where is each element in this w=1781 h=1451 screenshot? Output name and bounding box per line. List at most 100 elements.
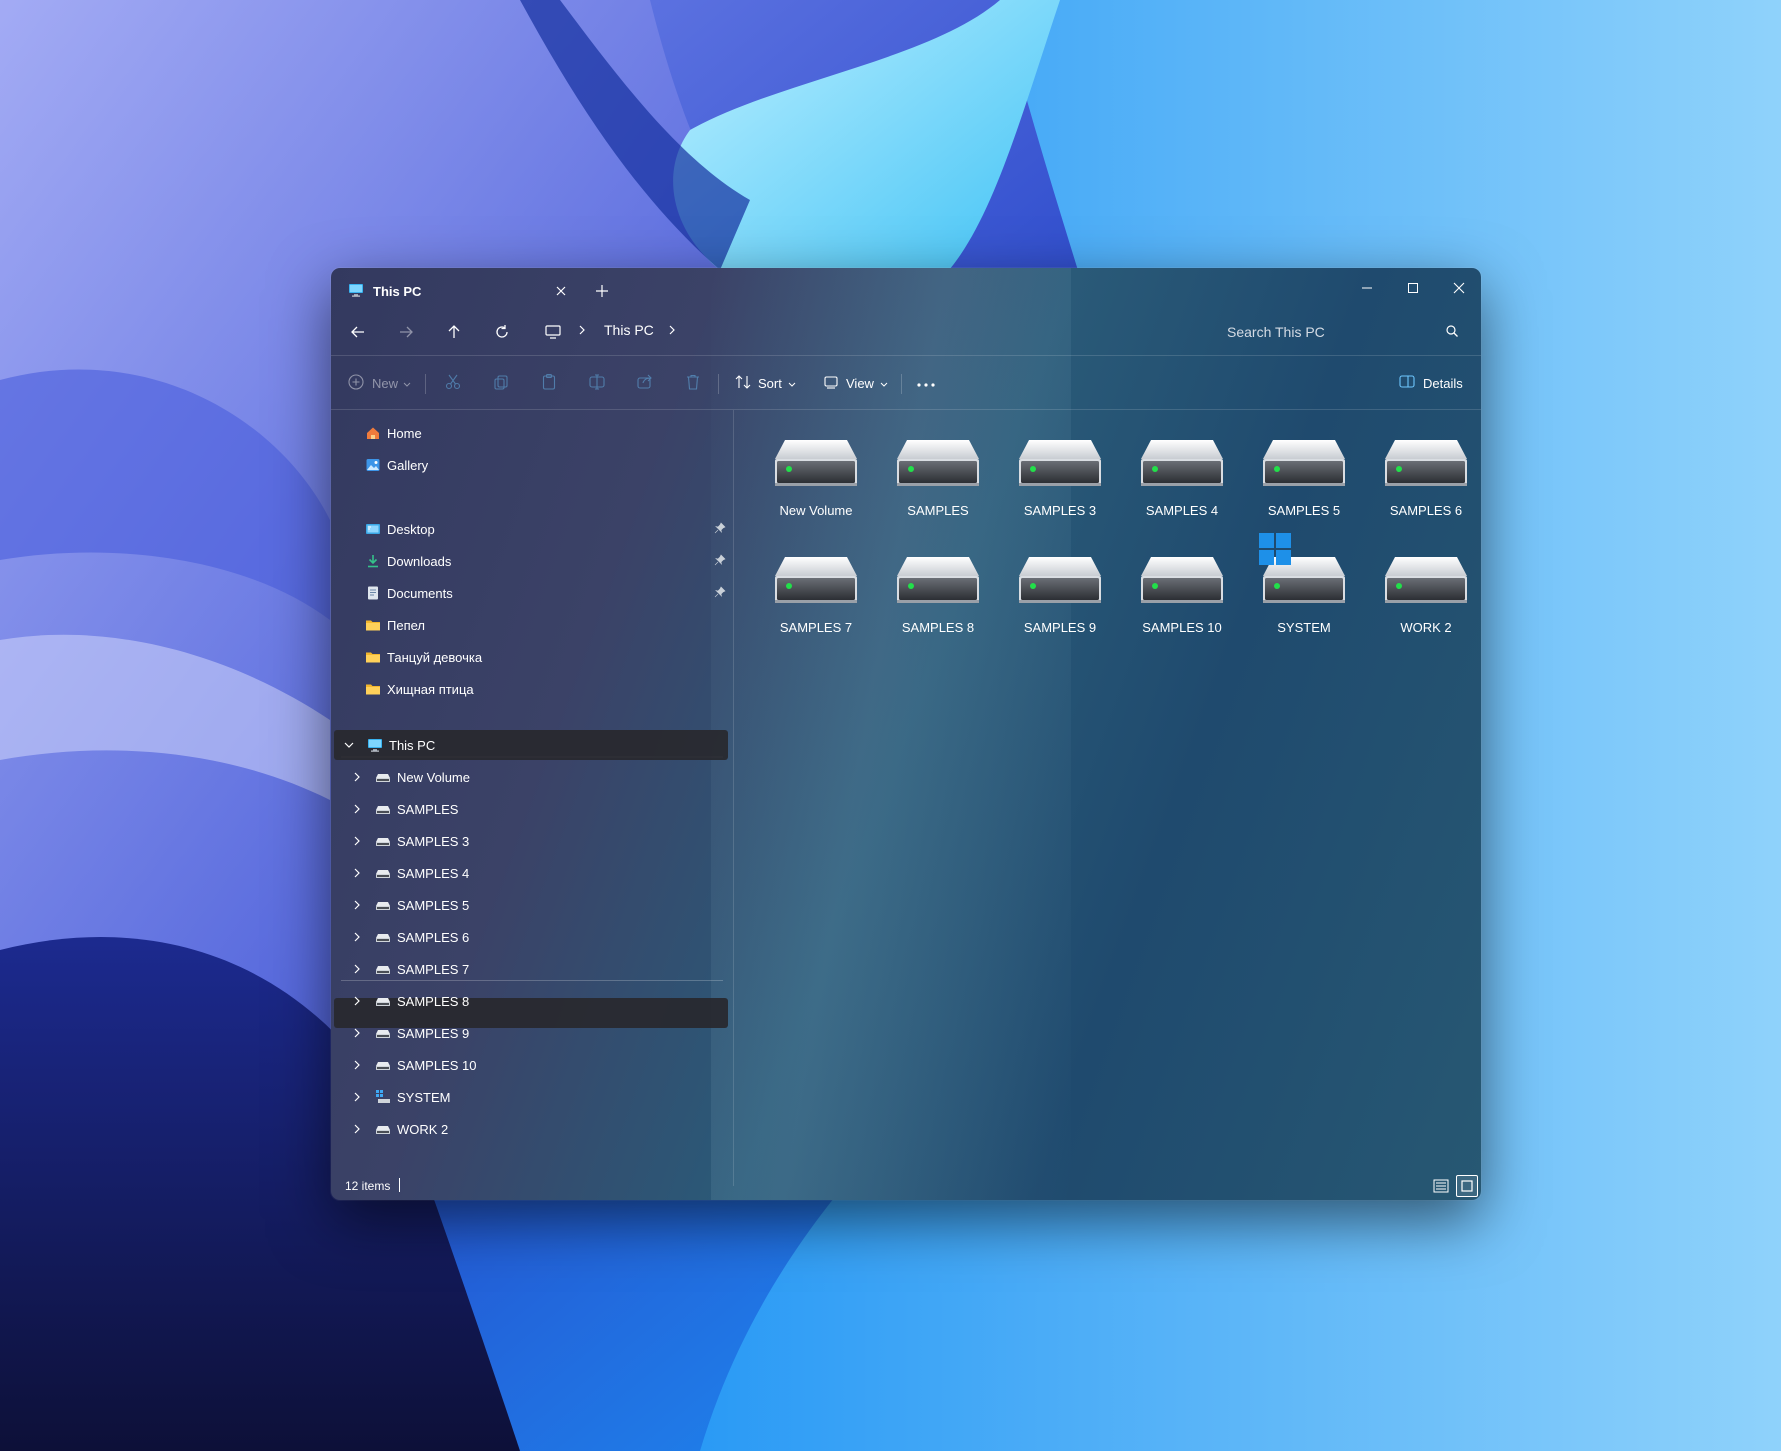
pc-location-icon[interactable] bbox=[540, 319, 566, 345]
drive-item[interactable]: SYSTEM bbox=[1243, 533, 1365, 659]
drive-item[interactable]: SAMPLES 3 bbox=[999, 437, 1121, 542]
large-icons-view-icon[interactable] bbox=[1456, 1175, 1478, 1197]
chevron-right-icon[interactable] bbox=[350, 994, 364, 1008]
more-options-icon bbox=[916, 376, 936, 391]
hard-drive-icon bbox=[895, 437, 981, 492]
drive-item[interactable]: SAMPLES 4 bbox=[1121, 437, 1243, 542]
command-separator bbox=[425, 374, 426, 394]
drive-item[interactable]: SAMPLES 8 bbox=[877, 554, 999, 659]
drive-label: SAMPLES 6 bbox=[1389, 503, 1463, 518]
view-button[interactable]: View bbox=[822, 370, 888, 396]
hard-drive-icon bbox=[773, 437, 859, 492]
new-button[interactable]: New bbox=[347, 370, 411, 396]
drive-item[interactable]: SAMPLES 7 bbox=[755, 554, 877, 659]
close-window-icon[interactable] bbox=[1437, 274, 1481, 302]
close-tab-icon[interactable] bbox=[553, 283, 569, 299]
sidebar-item-drive[interactable]: SAMPLES 5 bbox=[334, 890, 728, 920]
chevron-right-icon[interactable] bbox=[350, 1090, 364, 1104]
new-tab-icon[interactable] bbox=[593, 282, 611, 300]
drive-item[interactable]: SAMPLES 6 bbox=[1365, 437, 1481, 542]
back-arrow-icon[interactable] bbox=[345, 319, 371, 345]
breadcrumb-expand-chevron-icon[interactable] bbox=[667, 324, 677, 339]
sidebar-item-drive[interactable]: SYSTEM bbox=[334, 1082, 728, 1112]
breadcrumb-chevron-icon[interactable] bbox=[577, 324, 587, 339]
sidebar-item-drive[interactable]: SAMPLES 8 bbox=[334, 986, 728, 1016]
sidebar-item-home[interactable]: Home bbox=[334, 418, 728, 448]
sidebar-item-drive[interactable]: New Volume bbox=[334, 762, 728, 792]
up-arrow-icon[interactable] bbox=[441, 319, 467, 345]
rename-button[interactable] bbox=[588, 370, 606, 396]
sidebar-item-label: SAMPLES 5 bbox=[397, 897, 470, 913]
chevron-down-icon[interactable] bbox=[342, 738, 356, 752]
drive-label: SAMPLES 5 bbox=[1267, 503, 1341, 518]
maximize-icon[interactable] bbox=[1391, 274, 1435, 302]
chevron-right-icon[interactable] bbox=[350, 1058, 364, 1072]
drive-item[interactable]: SAMPLES 9 bbox=[999, 554, 1121, 659]
sort-label: Sort bbox=[758, 375, 782, 391]
forward-arrow-icon[interactable] bbox=[393, 319, 419, 345]
chevron-right-icon[interactable] bbox=[350, 802, 364, 816]
sidebar-item-folder-pepel[interactable]: Пепел bbox=[334, 610, 728, 640]
drive-label: SAMPLES 3 bbox=[1023, 503, 1097, 518]
details-view-icon[interactable] bbox=[1430, 1175, 1452, 1197]
minimize-icon[interactable] bbox=[1345, 274, 1389, 302]
sidebar-item-drive[interactable]: SAMPLES 7 bbox=[334, 954, 728, 984]
drive-label: WORK 2 bbox=[1400, 620, 1452, 635]
chevron-right-icon[interactable] bbox=[350, 1026, 364, 1040]
sidebar-item-gallery[interactable]: Gallery bbox=[334, 450, 728, 480]
delete-button[interactable] bbox=[684, 370, 702, 396]
breadcrumb-root-chevron-icon[interactable] bbox=[901, 319, 927, 345]
sidebar-item-this-pc[interactable]: This PC bbox=[334, 730, 728, 760]
sidebar-item-drive[interactable]: SAMPLES 6 bbox=[334, 922, 728, 952]
pin-icon[interactable] bbox=[714, 554, 726, 569]
scissors-icon bbox=[444, 373, 462, 394]
folder-icon bbox=[364, 648, 382, 666]
chevron-right-icon[interactable] bbox=[350, 898, 364, 912]
chevron-right-icon[interactable] bbox=[350, 834, 364, 848]
chevron-right-icon[interactable] bbox=[350, 866, 364, 880]
drive-label: SAMPLES bbox=[907, 503, 969, 518]
see-more-button[interactable] bbox=[916, 370, 936, 396]
sidebar-item-desktop[interactable]: Desktop bbox=[334, 514, 728, 544]
search-icon[interactable] bbox=[1445, 324, 1459, 341]
drive-item[interactable]: SAMPLES 5 bbox=[1243, 437, 1365, 542]
share-button[interactable] bbox=[636, 370, 654, 396]
sidebar-item-drive[interactable]: WORK 2 bbox=[334, 1114, 728, 1144]
breadcrumb-this-pc[interactable]: This PC bbox=[604, 322, 654, 338]
sort-button[interactable]: Sort bbox=[734, 370, 796, 396]
drive-item[interactable]: SAMPLES bbox=[877, 437, 999, 542]
drive-item[interactable]: SAMPLES 10 bbox=[1121, 554, 1243, 659]
sidebar-item-drive[interactable]: SAMPLES 4 bbox=[334, 858, 728, 888]
sidebar-item-label: SAMPLES 10 bbox=[397, 1057, 477, 1073]
hard-drive-icon bbox=[1261, 437, 1347, 492]
chevron-right-icon[interactable] bbox=[350, 962, 364, 976]
hard-drive-icon bbox=[1139, 437, 1225, 492]
sidebar-item-label: SAMPLES 9 bbox=[397, 1025, 470, 1041]
status-bar: 12 items bbox=[331, 1170, 1481, 1200]
copy-button[interactable] bbox=[492, 370, 510, 396]
refresh-icon[interactable] bbox=[489, 319, 515, 345]
sidebar-item-folder-tantsuy-devochka[interactable]: Танцуй девочка bbox=[334, 642, 728, 672]
sidebar-item-downloads[interactable]: Downloads bbox=[334, 546, 728, 576]
paste-button[interactable] bbox=[540, 370, 558, 396]
sidebar-item-folder-khishchnaya-ptitsa[interactable]: Хищная птица bbox=[334, 674, 728, 704]
cut-button[interactable] bbox=[444, 370, 462, 396]
drive-item[interactable]: WORK 2 bbox=[1365, 554, 1481, 659]
chevron-right-icon[interactable] bbox=[350, 1122, 364, 1136]
details-pane-button[interactable]: Details bbox=[1398, 370, 1463, 396]
drive-item[interactable]: New Volume bbox=[755, 437, 877, 542]
drive-icon bbox=[374, 992, 392, 1010]
chevron-right-icon[interactable] bbox=[350, 930, 364, 944]
chevron-right-icon[interactable] bbox=[350, 770, 364, 784]
search-box[interactable]: Search This PC bbox=[1211, 315, 1473, 348]
sidebar-item-drive[interactable]: SAMPLES 10 bbox=[334, 1050, 728, 1080]
sidebar-item-drive[interactable]: SAMPLES bbox=[334, 794, 728, 824]
documents-folder-icon bbox=[364, 584, 382, 602]
sidebar-item-drive[interactable]: SAMPLES 3 bbox=[334, 826, 728, 856]
sidebar-item-documents[interactable]: Documents bbox=[334, 578, 728, 608]
pin-icon[interactable] bbox=[714, 586, 726, 601]
tab-this-pc[interactable]: This PC bbox=[339, 274, 579, 308]
pin-icon[interactable] bbox=[714, 522, 726, 537]
details-pane-icon bbox=[1398, 373, 1416, 394]
sidebar-item-drive[interactable]: SAMPLES 9 bbox=[334, 1018, 728, 1048]
